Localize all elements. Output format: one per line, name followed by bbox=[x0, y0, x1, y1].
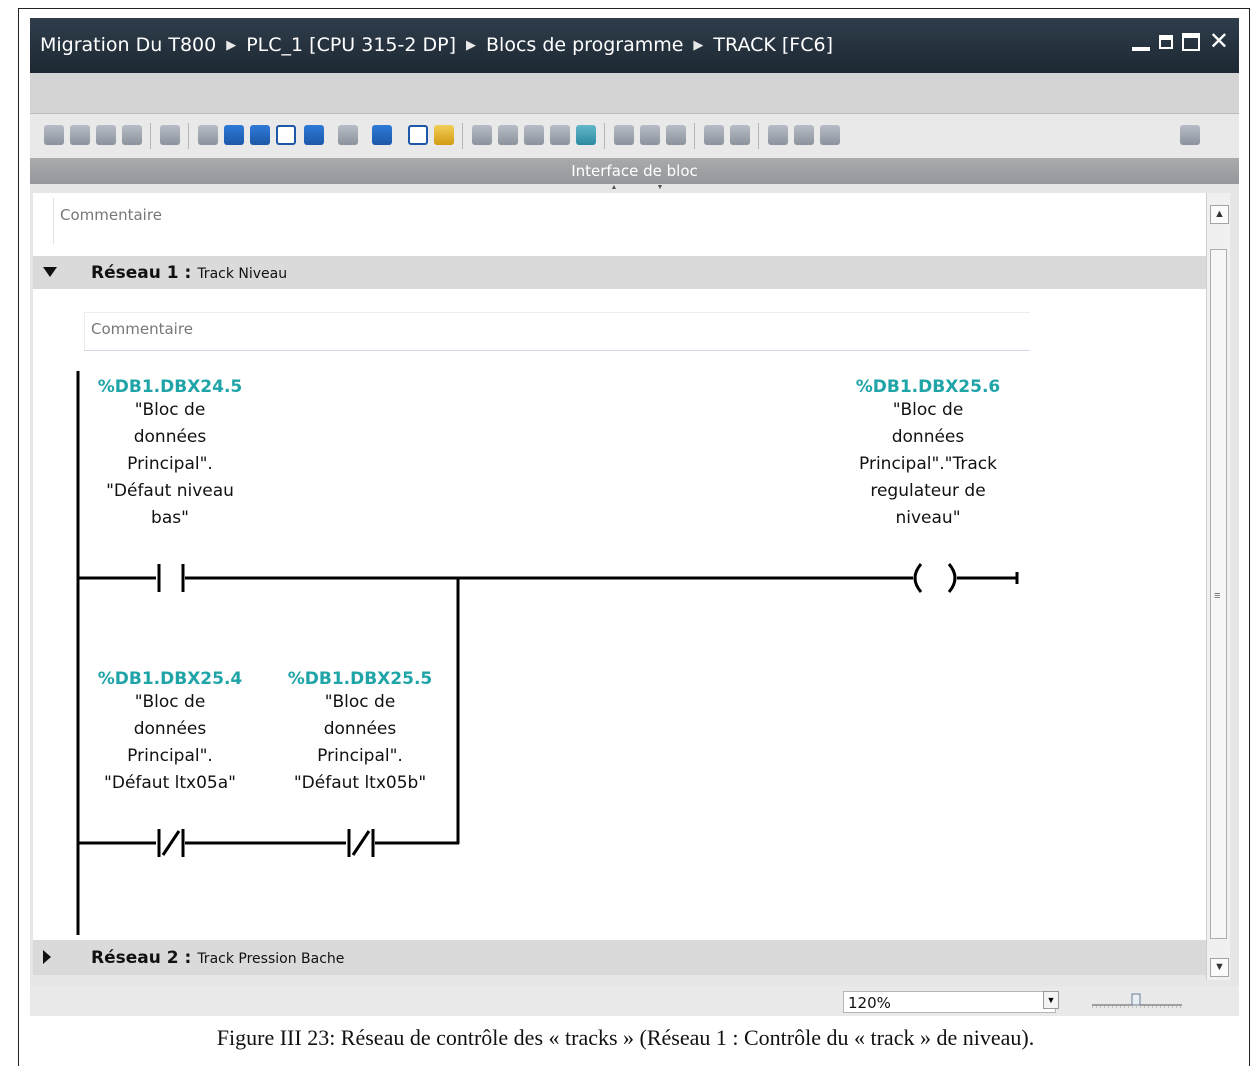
toolbar-separator bbox=[694, 123, 695, 149]
breadcrumb-block[interactable]: TRACK [FC6] bbox=[713, 34, 833, 56]
coil-operand[interactable]: %DB1.DBX25.6 "Bloc de données Principal"… bbox=[851, 377, 1005, 532]
append-row-icon[interactable] bbox=[122, 125, 142, 145]
jump-icon[interactable] bbox=[666, 125, 686, 145]
breadcrumb-program-blocks[interactable]: Blocs de programme bbox=[486, 34, 683, 56]
minimize-icon[interactable] bbox=[1131, 47, 1150, 51]
block-interface-bar[interactable]: Interface de bloc bbox=[30, 158, 1239, 184]
zoom-select[interactable]: 120% bbox=[843, 991, 1056, 1013]
breakpoint-icon[interactable] bbox=[498, 125, 518, 145]
contact-no-symbol[interactable] bbox=[157, 564, 185, 592]
figure-caption: Figure III 23: Réseau de contrôle des « … bbox=[216, 1025, 1035, 1050]
zoom-slider[interactable] bbox=[1088, 992, 1188, 1010]
operand-display-icon[interactable] bbox=[372, 125, 392, 145]
monitoring-icon[interactable] bbox=[472, 125, 492, 145]
toolbar-separator bbox=[462, 123, 463, 149]
contact-no-operand[interactable]: %DB1.DBX24.5 "Bloc de données Principal"… bbox=[95, 377, 245, 532]
contact-nc-a-symbol[interactable] bbox=[157, 829, 185, 857]
navigate-prev-icon[interactable] bbox=[614, 125, 634, 145]
block-call-icon[interactable] bbox=[550, 125, 570, 145]
scroll-down-icon[interactable]: ▼ bbox=[1210, 958, 1229, 977]
breadcrumb-project[interactable]: Migration Du T800 bbox=[40, 34, 216, 56]
go-to-icon[interactable] bbox=[160, 125, 180, 145]
toolbar-menu-icon[interactable] bbox=[1180, 125, 1200, 145]
toolbar-separator bbox=[758, 123, 759, 149]
network-2-name: Track Pression Bache bbox=[197, 951, 345, 967]
maximize-icon[interactable] bbox=[1181, 33, 1200, 51]
contact-nc-b-operand[interactable]: %DB1.DBX25.5 "Bloc de données Principal"… bbox=[285, 669, 435, 797]
highlight-icon[interactable] bbox=[434, 125, 454, 145]
title-bar: Migration Du T800 ▶ PLC_1 [CPU 315-2 DP]… bbox=[30, 18, 1239, 73]
contact-nc-a-operand[interactable]: %DB1.DBX25.4 "Bloc de données Principal"… bbox=[95, 669, 245, 797]
toolbar-separator bbox=[604, 123, 605, 149]
coil-symbol-text: "Bloc de données Principal"."Track regul… bbox=[859, 400, 997, 528]
zoom-value: 120% bbox=[848, 994, 891, 1012]
network-2-header[interactable]: Réseau 2 : Track Pression Bache bbox=[33, 940, 1206, 975]
scroll-up-icon[interactable]: ▲ bbox=[1210, 205, 1229, 224]
list-view-icon[interactable] bbox=[198, 125, 218, 145]
insert-row-icon[interactable] bbox=[96, 125, 116, 145]
editor-toolbar bbox=[30, 114, 1239, 158]
connection-icon[interactable] bbox=[768, 125, 788, 145]
contact-nc-b-address: %DB1.DBX25.5 bbox=[287, 669, 433, 689]
window-controls: ✕ bbox=[1131, 30, 1229, 54]
compare-icon[interactable] bbox=[576, 125, 596, 145]
network-2-label: Réseau 2 : bbox=[91, 948, 192, 968]
thumb-grip-icon: ≡ bbox=[1214, 590, 1221, 602]
breadcrumb: Migration Du T800 ▶ PLC_1 [CPU 315-2 DP]… bbox=[40, 34, 833, 56]
ladder-editor: Commentaire Réseau 1 : Track Niveau Comme… bbox=[33, 193, 1206, 965]
coil-symbol[interactable] bbox=[913, 563, 957, 593]
contact-nc-b-symbol[interactable] bbox=[347, 829, 375, 857]
ladder-diagram bbox=[76, 371, 1019, 935]
absolute-operands-icon[interactable] bbox=[304, 125, 324, 145]
zoom-slider-handle[interactable] bbox=[1131, 993, 1141, 1006]
editor-window: Migration Du T800 ▶ PLC_1 [CPU 315-2 DP]… bbox=[30, 18, 1239, 1016]
delete-network-icon[interactable] bbox=[70, 125, 90, 145]
symbolic-operands-icon[interactable] bbox=[338, 125, 358, 145]
splitter-down-icon[interactable]: ▼ bbox=[653, 184, 667, 191]
scroll-thumb[interactable]: ≡ bbox=[1210, 249, 1227, 939]
open-all-networks-icon[interactable] bbox=[224, 125, 244, 145]
network-comments-icon[interactable] bbox=[276, 125, 296, 145]
interface-splitter[interactable]: ▲ ▼ bbox=[30, 184, 1239, 191]
contact-nc-b-symbol-text: "Bloc de données Principal". "Défaut ltx… bbox=[293, 692, 427, 793]
call-environment-icon[interactable] bbox=[524, 125, 544, 145]
snapshot-icon[interactable] bbox=[820, 125, 840, 145]
toolbar-separator bbox=[150, 123, 151, 149]
breadcrumb-separator-icon: ▶ bbox=[226, 37, 237, 53]
tab-strip bbox=[30, 73, 1239, 114]
float-window-icon[interactable] bbox=[1158, 35, 1173, 49]
contact-nc-a-symbol-text: "Bloc de données Principal". "Défaut ltx… bbox=[104, 692, 236, 793]
vertical-scrollbar[interactable]: ▲ ≡ ▼ bbox=[1206, 193, 1230, 980]
breadcrumb-separator-icon: ▶ bbox=[466, 37, 476, 53]
network-2-title: Réseau 2 : Track Pression Bache bbox=[91, 948, 344, 968]
status-bar: 120% ▼ bbox=[30, 986, 1239, 1016]
step-forward-icon[interactable] bbox=[730, 125, 750, 145]
expand-network-icon[interactable] bbox=[43, 950, 51, 964]
zoom-dropdown-icon[interactable]: ▼ bbox=[1043, 991, 1059, 1009]
main-rung bbox=[78, 572, 1019, 584]
close-icon[interactable]: ✕ bbox=[1209, 30, 1229, 54]
contact-no-symbol-text: "Bloc de données Principal". "Défaut niv… bbox=[106, 400, 234, 528]
breadcrumb-separator-icon: ▶ bbox=[693, 37, 704, 53]
block-interface-title: Interface de bloc bbox=[571, 162, 698, 180]
step-back-icon[interactable] bbox=[704, 125, 724, 145]
contact-nc-a-address: %DB1.DBX25.4 bbox=[97, 669, 243, 689]
insert-network-icon[interactable] bbox=[44, 125, 64, 145]
online-view-icon[interactable] bbox=[794, 125, 814, 145]
navigate-next-icon[interactable] bbox=[640, 125, 660, 145]
splitter-up-icon[interactable]: ▲ bbox=[607, 184, 621, 191]
breadcrumb-plc[interactable]: PLC_1 [CPU 315-2 DP] bbox=[246, 34, 456, 56]
favorites-icon[interactable] bbox=[408, 125, 428, 145]
coil-address: %DB1.DBX25.6 bbox=[855, 377, 1001, 397]
toolbar-separator bbox=[188, 123, 189, 149]
close-all-networks-icon[interactable] bbox=[250, 125, 270, 145]
contact-no-address: %DB1.DBX24.5 bbox=[97, 377, 243, 397]
